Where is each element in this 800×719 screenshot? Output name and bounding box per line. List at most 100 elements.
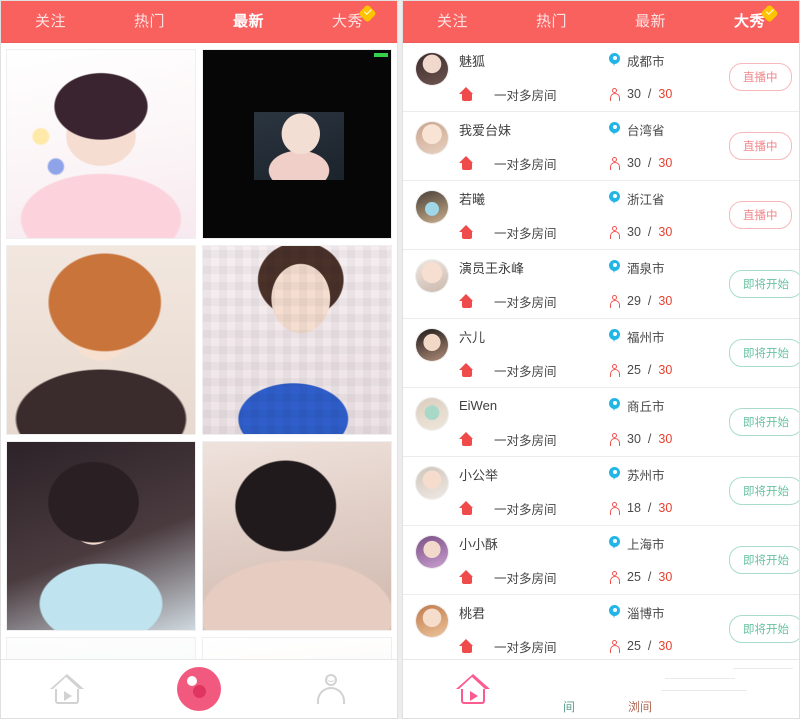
viewer-max: 30	[658, 639, 673, 653]
status-badge[interactable]: 即将开始	[729, 546, 799, 574]
status-badge[interactable]: 直播中	[729, 63, 792, 91]
people-icon	[609, 432, 620, 446]
avatar	[415, 534, 449, 569]
row-name-col: 若曦 一对多房间	[459, 181, 609, 249]
grid-item[interactable]	[6, 245, 196, 435]
nav-record[interactable]	[133, 660, 265, 718]
grid-item[interactable]	[202, 245, 392, 435]
location-pin-icon	[609, 536, 620, 550]
location-row: 浙江省	[609, 181, 729, 215]
tab-label: 关注	[436, 13, 468, 30]
table-row[interactable]: 若曦 一对多房间 浙江省 30/30 直播中	[403, 181, 799, 250]
viewer-count-row: 30/30	[609, 422, 729, 456]
room-type: 一对多房间	[494, 295, 557, 310]
tab-guanzhu[interactable]: 关注	[403, 1, 502, 43]
status-badge[interactable]: 即将开始	[729, 408, 799, 436]
room-type-row: 一对多房间	[459, 77, 609, 111]
tab-daxiu[interactable]: 大秀	[700, 1, 799, 43]
table-row[interactable]: EiWen 一对多房间 商丘市 30/30 即将开始	[403, 388, 799, 457]
room-type: 一对多房间	[494, 502, 557, 517]
tab-daxiu[interactable]: 大秀	[298, 1, 397, 43]
viewer-max: 30	[658, 225, 673, 239]
room-type-row: 一对多房间	[459, 146, 609, 180]
people-icon	[609, 639, 620, 653]
tab-remen[interactable]: 热门	[502, 1, 601, 43]
row-action-col: 即将开始	[729, 477, 799, 505]
grid-item[interactable]	[6, 441, 196, 631]
live-room-list: 魅狐 一对多房间 成都市 30/30 直播中 我爱台妹 一对多房间 台湾省 30…	[403, 43, 799, 659]
status-badge[interactable]: 直播中	[729, 201, 792, 229]
table-row[interactable]: 我爱台妹 一对多房间 台湾省 30/30 直播中	[403, 112, 799, 181]
people-icon	[609, 363, 620, 377]
home-icon	[459, 294, 474, 308]
tab-label: 最新	[232, 13, 264, 30]
city: 酒泉市	[627, 261, 665, 276]
status-badge[interactable]: 直播中	[729, 132, 792, 160]
room-type-row: 一对多房间	[459, 491, 609, 525]
room-type: 一对多房间	[494, 364, 557, 379]
status-badge[interactable]: 即将开始	[729, 615, 799, 643]
photo-grid	[1, 43, 397, 659]
viewer-count: 18	[627, 501, 641, 515]
record-icon	[177, 667, 221, 711]
tab-label: 关注	[34, 13, 66, 30]
tab-label: 大秀	[331, 13, 363, 30]
tab-label: 热门	[133, 13, 165, 30]
tab-remen[interactable]: 热门	[100, 1, 199, 43]
grid-item[interactable]	[6, 637, 196, 659]
viewer-max: 30	[658, 570, 673, 584]
room-type-row: 一对多房间	[459, 422, 609, 456]
location-row: 台湾省	[609, 112, 729, 146]
city: 浙江省	[627, 192, 665, 207]
viewer-count-row: 29/30	[609, 284, 729, 318]
location-pin-icon	[609, 122, 620, 136]
status-badge[interactable]: 即将开始	[729, 477, 799, 505]
viewer-count: 30	[627, 156, 641, 170]
thumbnail-image	[203, 50, 391, 238]
location-pin-icon	[609, 191, 620, 205]
viewer-count-row: 30/30	[609, 77, 729, 111]
table-row[interactable]: 六儿 一对多房间 福州市 25/30 即将开始	[403, 319, 799, 388]
home-icon	[459, 432, 474, 446]
row-meta-col: 淄博市 25/30	[609, 595, 729, 659]
table-row[interactable]: 桃君 一对多房间 淄博市 25/30 即将开始	[403, 595, 799, 659]
tab-zuixin[interactable]: 最新	[601, 1, 700, 43]
tab-guanzhu[interactable]: 关注	[1, 1, 100, 43]
status-badge[interactable]: 即将开始	[729, 270, 799, 298]
thumbnail-image	[203, 638, 391, 659]
room-type-row: 一对多房间	[459, 284, 609, 318]
table-row[interactable]: 演员王永峰 一对多房间 酒泉市 29/30 即将开始	[403, 250, 799, 319]
people-icon	[609, 87, 620, 101]
host-name: 六儿	[459, 329, 486, 345]
tab-label: 大秀	[733, 13, 765, 30]
grid-item[interactable]	[202, 49, 392, 239]
viewer-count: 25	[627, 570, 641, 584]
row-action-col: 直播中	[729, 132, 792, 160]
nav-home[interactable]	[403, 660, 543, 718]
nav-profile[interactable]	[265, 660, 397, 718]
avatar	[415, 189, 449, 224]
status-badge[interactable]: 即将开始	[729, 339, 799, 367]
row-action-col: 直播中	[729, 63, 792, 91]
host-name: 我爱台妹	[459, 122, 512, 138]
row-name-col: 小公举 一对多房间	[459, 457, 609, 525]
thumbnail-image	[203, 246, 391, 434]
nav-home[interactable]	[1, 660, 133, 718]
grid-item[interactable]	[202, 441, 392, 631]
viewer-count: 25	[627, 363, 641, 377]
viewer-count: 25	[627, 639, 641, 653]
row-meta-col: 上海市 25/30	[609, 526, 729, 594]
city: 苏州市	[627, 468, 665, 483]
grid-item[interactable]	[202, 637, 392, 659]
person-icon	[316, 674, 346, 704]
location-row: 上海市	[609, 526, 729, 560]
viewer-max: 30	[658, 363, 673, 377]
left-tabbar: 关注 热门 最新 大秀	[1, 1, 397, 43]
right-tabbar: 关注 热门 最新 大秀	[403, 1, 799, 43]
table-row[interactable]: 小公举 一对多房间 苏州市 18/30 即将开始	[403, 457, 799, 526]
location-row: 酒泉市	[609, 250, 729, 284]
table-row[interactable]: 小小酥 一对多房间 上海市 25/30 即将开始	[403, 526, 799, 595]
tab-zuixin[interactable]: 最新	[199, 1, 298, 43]
grid-item[interactable]	[6, 49, 196, 239]
table-row[interactable]: 魅狐 一对多房间 成都市 30/30 直播中	[403, 43, 799, 112]
